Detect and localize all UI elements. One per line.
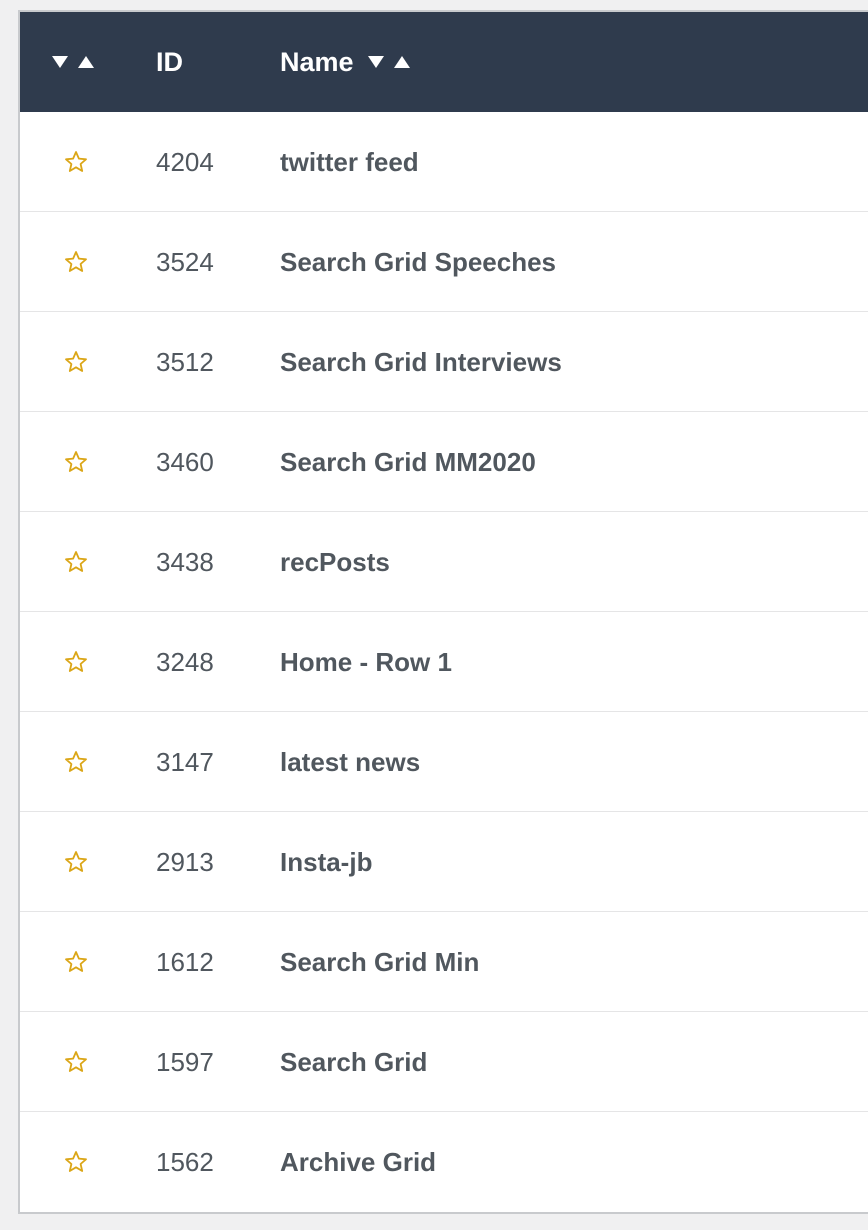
name-cell[interactable]: twitter feed bbox=[280, 112, 419, 212]
table-row: 3438 recPosts bbox=[20, 512, 868, 612]
favorite-cell bbox=[64, 212, 88, 312]
favorite-cell bbox=[64, 312, 88, 412]
name-cell[interactable]: Archive Grid bbox=[280, 1112, 436, 1212]
name-cell[interactable]: latest news bbox=[280, 712, 420, 812]
row-id: 2913 bbox=[156, 846, 214, 877]
star-outline-icon[interactable] bbox=[64, 950, 88, 974]
name-cell[interactable]: Search Grid bbox=[280, 1012, 427, 1112]
id-cell: 4204 bbox=[156, 112, 214, 212]
id-column-label: ID bbox=[156, 46, 183, 77]
table-row: 1612 Search Grid Min bbox=[20, 912, 868, 1012]
table-row: 3460 Search Grid MM2020 bbox=[20, 412, 868, 512]
name-cell[interactable]: Search Grid Interviews bbox=[280, 312, 562, 412]
row-id: 1562 bbox=[156, 1146, 214, 1177]
name-column-header[interactable]: Name bbox=[280, 12, 410, 112]
star-outline-icon[interactable] bbox=[64, 550, 88, 574]
table-row: 1562 Archive Grid bbox=[20, 1112, 868, 1212]
id-cell: 3438 bbox=[156, 512, 214, 612]
row-name[interactable]: Insta-jb bbox=[280, 847, 372, 878]
row-id: 3460 bbox=[156, 446, 214, 477]
row-name[interactable]: recPosts bbox=[280, 547, 390, 578]
name-cell[interactable]: Search Grid MM2020 bbox=[280, 412, 536, 512]
row-name[interactable]: Search Grid Speeches bbox=[280, 247, 556, 278]
star-outline-icon[interactable] bbox=[64, 450, 88, 474]
table-header: ID Name bbox=[20, 12, 868, 112]
id-cell: 1597 bbox=[156, 1012, 214, 1112]
table-body: 4204 twitter feed 3524 Search Grid Speec… bbox=[20, 112, 868, 1212]
favorite-cell bbox=[64, 512, 88, 612]
id-cell: 3460 bbox=[156, 412, 214, 512]
favorite-cell bbox=[64, 712, 88, 812]
table-row: 3248 Home - Row 1 bbox=[20, 612, 868, 712]
id-cell: 3512 bbox=[156, 312, 214, 412]
table-row: 1597 Search Grid bbox=[20, 1012, 868, 1112]
name-sort-arrows[interactable] bbox=[367, 56, 410, 68]
star-outline-icon[interactable] bbox=[64, 250, 88, 274]
row-name[interactable]: latest news bbox=[280, 747, 420, 778]
id-cell: 1612 bbox=[156, 912, 214, 1012]
row-id: 3524 bbox=[156, 246, 214, 277]
name-cell[interactable]: Home - Row 1 bbox=[280, 612, 452, 712]
favorite-cell bbox=[64, 612, 88, 712]
favorite-cell bbox=[64, 912, 88, 1012]
star-outline-icon[interactable] bbox=[64, 850, 88, 874]
row-name[interactable]: Home - Row 1 bbox=[280, 647, 452, 678]
row-name[interactable]: Search Grid Interviews bbox=[280, 347, 562, 378]
sort-descending-icon[interactable] bbox=[367, 56, 384, 68]
row-id: 1612 bbox=[156, 946, 214, 977]
sort-ascending-icon[interactable] bbox=[393, 56, 410, 68]
id-cell: 2913 bbox=[156, 812, 214, 912]
table-row: 3512 Search Grid Interviews bbox=[20, 312, 868, 412]
row-id: 4204 bbox=[156, 146, 214, 177]
row-name[interactable]: Search Grid MM2020 bbox=[280, 447, 536, 478]
id-cell: 3524 bbox=[156, 212, 214, 312]
row-name[interactable]: Search Grid Min bbox=[280, 947, 479, 978]
id-cell: 3248 bbox=[156, 612, 214, 712]
table-row: 3524 Search Grid Speeches bbox=[20, 212, 868, 312]
sort-ascending-icon[interactable] bbox=[78, 56, 94, 68]
name-cell[interactable]: Search Grid Min bbox=[280, 912, 479, 1012]
star-outline-icon[interactable] bbox=[64, 1150, 88, 1174]
name-cell[interactable]: Insta-jb bbox=[280, 812, 372, 912]
name-column-label: Name bbox=[280, 46, 354, 77]
star-outline-icon[interactable] bbox=[64, 1050, 88, 1074]
row-id: 3248 bbox=[156, 646, 214, 677]
row-id: 3438 bbox=[156, 546, 214, 577]
name-cell[interactable]: Search Grid Speeches bbox=[280, 212, 556, 312]
row-name[interactable]: twitter feed bbox=[280, 147, 419, 178]
favorite-cell bbox=[64, 412, 88, 512]
star-outline-icon[interactable] bbox=[64, 350, 88, 374]
favorite-cell bbox=[64, 1112, 88, 1212]
star-outline-icon[interactable] bbox=[64, 150, 88, 174]
favorite-cell bbox=[64, 1012, 88, 1112]
row-name[interactable]: Archive Grid bbox=[280, 1147, 436, 1178]
grids-table: ID Name 4204 twitter feed 3524 Search Gr… bbox=[18, 10, 868, 1214]
id-column-header[interactable]: ID bbox=[156, 12, 183, 112]
favorite-cell bbox=[64, 812, 88, 912]
id-cell: 1562 bbox=[156, 1112, 214, 1212]
table-row: 3147 latest news bbox=[20, 712, 868, 812]
name-cell[interactable]: recPosts bbox=[280, 512, 390, 612]
star-outline-icon[interactable] bbox=[64, 650, 88, 674]
sort-descending-icon[interactable] bbox=[52, 56, 68, 68]
row-name[interactable]: Search Grid bbox=[280, 1047, 427, 1078]
favorite-column-header[interactable] bbox=[52, 12, 94, 112]
star-outline-icon[interactable] bbox=[64, 750, 88, 774]
row-id: 1597 bbox=[156, 1046, 214, 1077]
table-row: 4204 twitter feed bbox=[20, 112, 868, 212]
sort-arrows[interactable] bbox=[52, 56, 94, 68]
id-cell: 3147 bbox=[156, 712, 214, 812]
row-id: 3512 bbox=[156, 346, 214, 377]
table-row: 2913 Insta-jb bbox=[20, 812, 868, 912]
favorite-cell bbox=[64, 112, 88, 212]
row-id: 3147 bbox=[156, 746, 214, 777]
